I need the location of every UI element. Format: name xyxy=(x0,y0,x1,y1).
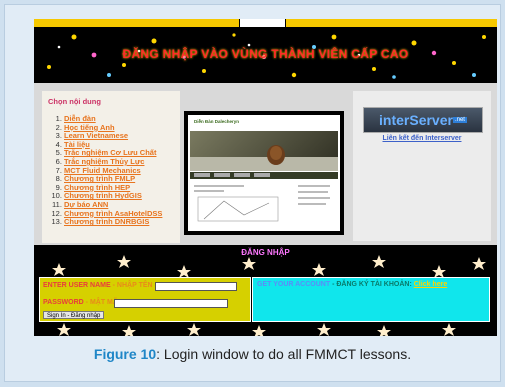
pinecone-icon xyxy=(190,145,338,171)
menu-item: Chương trình DNRBGIS xyxy=(64,217,162,227)
login-title: ĐĂNG NHẬP xyxy=(241,248,290,257)
preview-text-line xyxy=(194,185,244,187)
partner-panel: interServer .net Liên kết đến Interserver xyxy=(353,91,491,241)
banner-title: ĐĂNG NHẬP VÀO VÙNG THÀNH VIÊN CẤP CAO xyxy=(122,47,409,61)
preview-heading: Diễn Đàn Dalecheryn xyxy=(194,119,240,124)
preview-sidebar-line xyxy=(298,185,330,187)
interserver-link[interactable]: Liên kết đến Interserver xyxy=(353,135,491,142)
content-menu: Chọn nội dung Diễn đàn Học tiếng Anh Lea… xyxy=(42,91,180,243)
pinecone-image xyxy=(190,131,338,171)
interserver-logo[interactable]: interServer .net xyxy=(363,107,483,133)
preview-sidebar-line xyxy=(298,191,328,193)
caption-text: : Login window to do all FMMCT lessons. xyxy=(156,346,412,362)
preview-sidebar-line xyxy=(298,203,326,205)
menu-title: Chọn nội dung xyxy=(48,97,101,106)
preview-sidebar-line xyxy=(298,197,330,199)
figure-label: Figure 10 xyxy=(93,346,157,362)
menu-link-dnrbgis[interactable]: Chương trình DNRBGIS xyxy=(64,217,149,226)
forum-preview-image: Diễn Đàn Dalecheryn xyxy=(188,115,340,231)
header-banner: ĐĂNG NHẬP VÀO VÙNG THÀNH VIÊN CẤP CAO xyxy=(34,27,497,83)
username-input[interactable] xyxy=(155,282,237,291)
click-here-link[interactable]: Click here xyxy=(414,281,447,288)
username-label: ENTER USER NAME - NHẬP TÊN xyxy=(43,282,153,289)
figure-frame: ĐĂNG NHẬP VÀO VÙNG THÀNH VIÊN CẤP CAO Ch… xyxy=(4,4,501,382)
login-form: ENTER USER NAME - NHẬP TÊN PASSWORD - MẬ… xyxy=(39,277,251,322)
account-text: GET YOUR ACCOUNT - ĐĂNG KÝ TÀI KHOẢN: Cl… xyxy=(257,281,448,288)
forum-preview[interactable]: Diễn Đàn Dalecheryn xyxy=(184,111,344,235)
password-label: PASSWORD - MẬT MÃ xyxy=(43,299,118,306)
figure-caption: Figure 10: Login window to do all FMMCT … xyxy=(0,346,505,362)
password-input[interactable] xyxy=(114,299,228,308)
top-strip-gap xyxy=(239,19,286,27)
login-section: ĐĂNG NHẬP ENTER USER NAME - NHẬP TÊN PAS… xyxy=(34,245,497,336)
menu-list: Diễn đàn Học tiếng Anh Learn Vietnamese … xyxy=(48,114,162,227)
preview-text-line xyxy=(194,190,224,192)
login-page-screenshot: ĐĂNG NHẬP VÀO VÙNG THÀNH VIÊN CẤP CAO Ch… xyxy=(34,19,497,336)
account-panel: GET YOUR ACCOUNT - ĐĂNG KÝ TÀI KHOẢN: Cl… xyxy=(252,277,490,322)
preview-diagram xyxy=(197,196,279,222)
top-strip xyxy=(34,19,497,27)
preview-navbar xyxy=(190,172,338,179)
sign-in-button[interactable]: Sign In - Đăng nhập xyxy=(43,311,105,319)
content-area: Chọn nội dung Diễn đàn Học tiếng Anh Lea… xyxy=(34,83,497,245)
